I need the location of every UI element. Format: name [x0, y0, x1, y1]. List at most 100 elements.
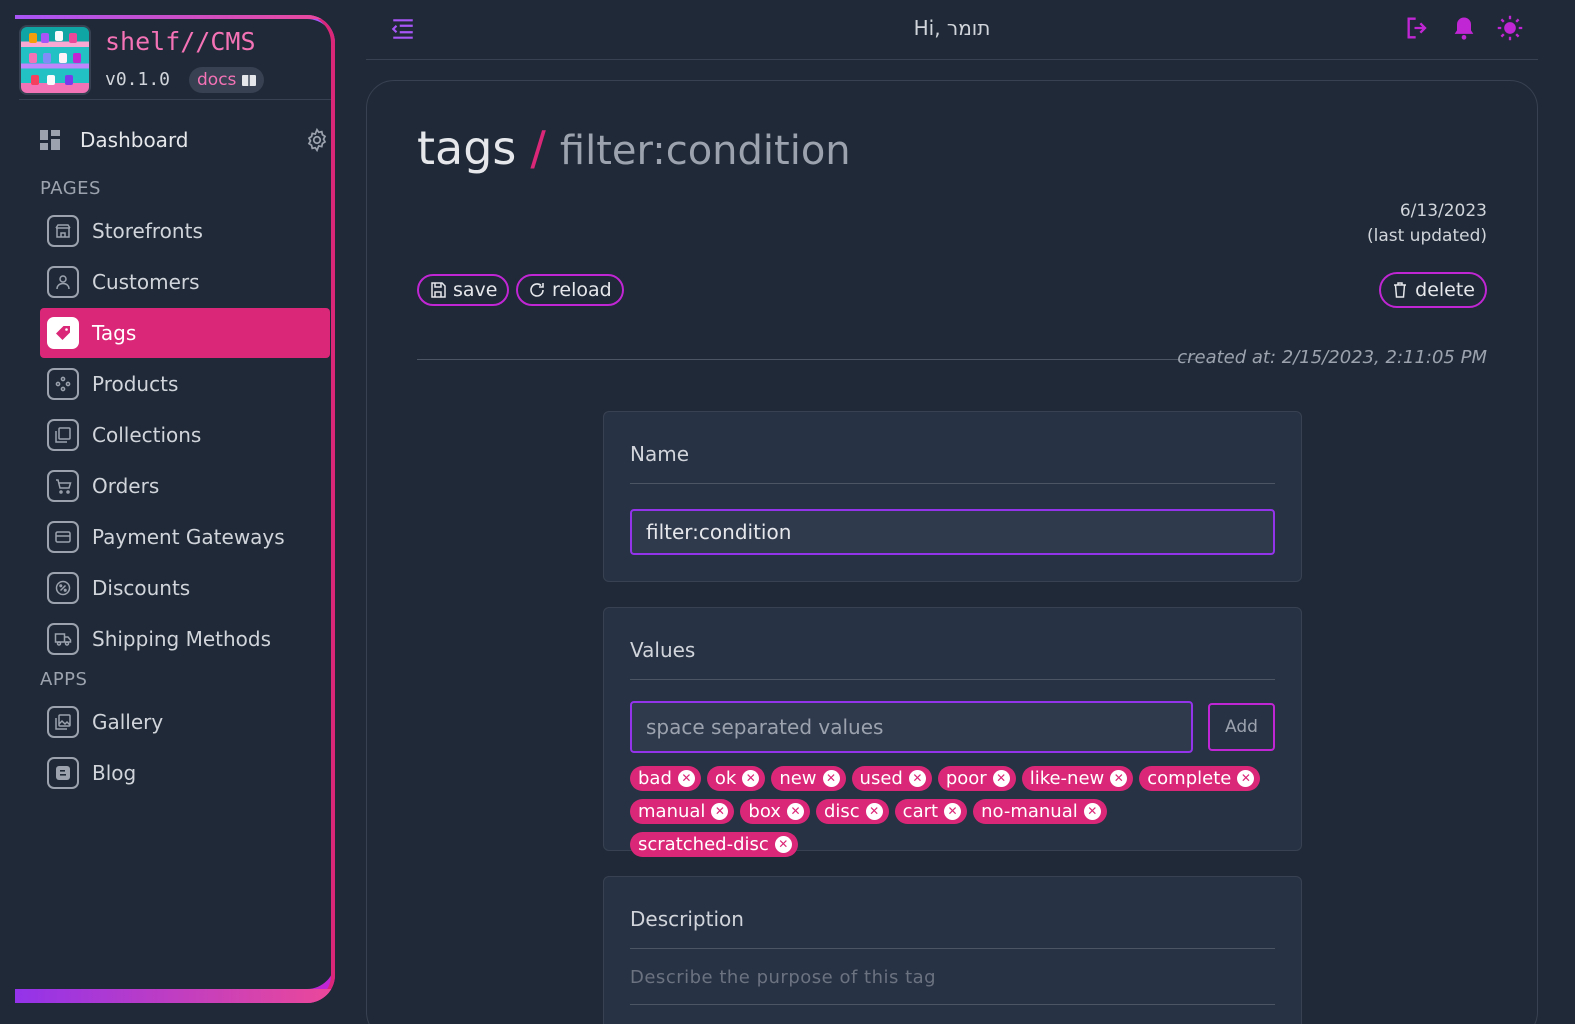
chip-label: manual: [638, 801, 706, 822]
pages-section-label: PAGES: [40, 178, 101, 199]
breadcrumb-separator: /: [530, 121, 546, 175]
shelf-logo[interactable]: [19, 25, 91, 95]
remove-chip-icon[interactable]: ✕: [742, 770, 760, 787]
divider: [630, 679, 1275, 680]
save-icon: [431, 282, 446, 298]
page-title-section[interactable]: tags: [417, 121, 516, 175]
sun-icon[interactable]: [1496, 14, 1524, 42]
sidebar-item-label: Storefronts: [92, 219, 203, 243]
reload-button[interactable]: reload: [516, 274, 624, 306]
remove-chip-icon[interactable]: ✕: [908, 770, 926, 787]
add-value-button[interactable]: Add: [1208, 703, 1275, 751]
created-at-row: created at: 2/15/2023, 2:11:05 PM: [417, 347, 1487, 371]
remove-chip-icon[interactable]: ✕: [865, 803, 883, 820]
chip-label: no-manual: [981, 801, 1078, 822]
value-chip: complete ✕: [1139, 766, 1261, 791]
remove-chip-icon[interactable]: ✕: [822, 770, 840, 787]
sidebar-item-label: Payment Gateways: [92, 525, 285, 549]
value-chip: cart ✕: [894, 799, 968, 824]
delete-button[interactable]: delete: [1379, 272, 1487, 308]
description-input[interactable]: Describe the purpose of this tag: [630, 967, 936, 988]
chip-label: used: [859, 768, 903, 789]
docs-label: docs: [197, 70, 237, 90]
sidebar-item-payment-gateways[interactable]: Payment Gateways: [40, 512, 330, 562]
remove-chip-icon[interactable]: ✕: [677, 770, 695, 787]
card-icon: [47, 521, 79, 553]
apps-section-label: APPS: [40, 669, 88, 690]
sidebar-item-products[interactable]: Products: [40, 359, 330, 409]
remove-chip-icon[interactable]: ✕: [1237, 770, 1255, 787]
sidebar-item-blog[interactable]: Blog: [40, 748, 330, 798]
sidebar-item-storefronts[interactable]: Storefronts: [40, 206, 330, 256]
delete-label: delete: [1415, 279, 1475, 301]
save-button[interactable]: save: [417, 274, 510, 306]
created-at-text: created at: 2/15/2023, 2:11:05 PM: [1177, 347, 1487, 368]
value-chip: like-new ✕: [1021, 766, 1134, 791]
sidebar-item-orders[interactable]: Orders: [40, 461, 330, 511]
chip-label: scratched-disc: [638, 834, 769, 855]
chip-label: ok: [714, 768, 737, 789]
brand-name: shelf//CMS: [105, 27, 256, 56]
name-label: Name: [630, 442, 690, 466]
bell-icon[interactable]: [1450, 14, 1478, 42]
value-chip: poor ✕: [937, 766, 1016, 791]
reload-label: reload: [552, 279, 612, 301]
value-chip: disc ✕: [815, 799, 889, 824]
docs-link[interactable]: docs: [189, 67, 265, 93]
remove-chip-icon[interactable]: ✕: [1110, 770, 1128, 787]
value-chip: box ✕: [740, 799, 810, 824]
divider: [630, 483, 1275, 484]
sidebar-item-gallery[interactable]: Gallery: [40, 697, 330, 747]
discount-icon: [47, 572, 79, 604]
logout-icon[interactable]: [1404, 14, 1432, 42]
chip-label: poor: [945, 768, 987, 789]
value-chip: used ✕: [851, 766, 932, 791]
sidebar-item-customers[interactable]: Customers: [40, 257, 330, 307]
sidebar-item-discounts[interactable]: Discounts: [40, 563, 330, 613]
last-updated: 6/13/2023 (last updated): [1367, 199, 1487, 249]
remove-chip-icon[interactable]: ✕: [944, 803, 962, 820]
remove-chip-icon[interactable]: ✕: [1083, 803, 1101, 820]
description-label: Description: [630, 907, 744, 931]
remove-chip-icon[interactable]: ✕: [774, 836, 792, 853]
updated-date: 6/13/2023: [1399, 201, 1487, 221]
divider: [417, 359, 1195, 360]
app-root: shelf//CMS v0.1.0 docs Dashboard PAGES S…: [0, 0, 1575, 1024]
sidebar-item-shipping-methods[interactable]: Shipping Methods: [40, 614, 330, 664]
sidebar-item-tags[interactable]: Tags: [40, 308, 330, 358]
sidebar: shelf//CMS v0.1.0 docs Dashboard PAGES S…: [15, 15, 335, 1003]
values-input[interactable]: space separated values: [630, 701, 1193, 753]
remove-chip-icon[interactable]: ✕: [992, 770, 1010, 787]
gear-icon[interactable]: [304, 127, 330, 153]
name-input[interactable]: filter:condition: [630, 509, 1275, 555]
remove-chip-icon[interactable]: ✕: [786, 803, 804, 820]
sidebar-item-dashboard[interactable]: Dashboard: [40, 123, 330, 157]
tag-icon: [47, 317, 79, 349]
chip-label: bad: [638, 768, 672, 789]
chip-label: complete: [1147, 768, 1232, 789]
sidebar-item-collections[interactable]: Collections: [40, 410, 330, 460]
reload-icon: [530, 283, 544, 297]
blog-icon: [47, 757, 79, 789]
values-label: Values: [630, 638, 696, 662]
cart-icon: [47, 470, 79, 502]
sidebar-item-label: Shipping Methods: [92, 627, 272, 651]
divider: [630, 948, 1275, 949]
sidebar-item-label: Collections: [92, 423, 202, 447]
trash-icon: [1394, 282, 1407, 298]
save-label: save: [453, 279, 498, 301]
value-chip: manual ✕: [630, 799, 735, 824]
version-label: v0.1.0: [105, 69, 171, 90]
storefront-icon: [47, 215, 79, 247]
sidebar-item-label: Blog: [92, 761, 137, 785]
dashboard-icon: [40, 130, 60, 150]
top-bar: Hi, תומר: [366, 0, 1538, 60]
top-bar-actions: [1404, 14, 1524, 42]
name-panel: Name filter:condition: [603, 411, 1302, 582]
chip-label: cart: [902, 801, 939, 822]
chip-label: like-new: [1029, 768, 1105, 789]
collection-icon: [47, 419, 79, 451]
remove-chip-icon[interactable]: ✕: [711, 803, 729, 820]
values-panel: Values space separated values Add bad ✕ o…: [603, 607, 1302, 857]
sidebar-item-label: Tags: [92, 321, 137, 345]
